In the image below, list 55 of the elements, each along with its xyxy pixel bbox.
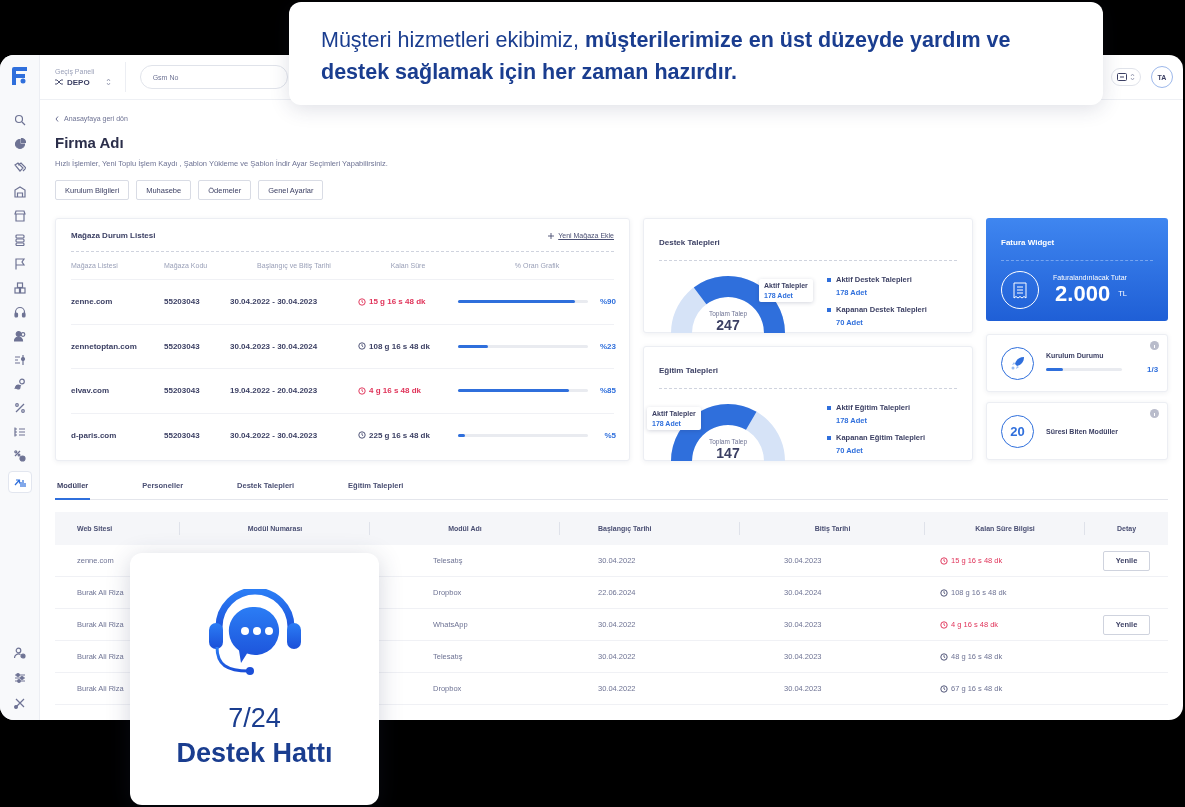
legend-marker	[827, 307, 831, 312]
date-range: 19.04.2022 - 20.04.2023	[230, 386, 319, 396]
clock-icon	[358, 342, 366, 351]
percent-value: %5	[603, 430, 616, 440]
store-name: elvav.com	[71, 386, 111, 396]
store-code: 55203043	[164, 341, 201, 351]
remaining-time: 108 g 16 s 48 dk	[369, 341, 430, 351]
callout-banner: Müşteri hizmetleri ekibimiz, müşterilerimize en üst düzeyde yardım ve destek sağlamak için her zaman hazırdır.	[289, 2, 1103, 105]
store-name: zenne.com	[71, 297, 114, 307]
legend-marker	[827, 435, 831, 440]
store-code: 55203043	[164, 386, 201, 396]
remaining-time: 15 g 16 s 48 dk	[369, 297, 426, 307]
percent-value: %23	[599, 341, 616, 351]
clock-icon	[940, 556, 948, 565]
chevron-icon	[1130, 73, 1135, 81]
card-title: Eğitim Talepleri	[659, 366, 718, 375]
support-hours: 7/24	[228, 703, 281, 734]
chart-icon[interactable]	[7, 471, 32, 493]
support-title: Destek Hattı	[176, 738, 333, 769]
total-value: 147	[716, 445, 740, 461]
remaining-time: 4 g 16 s 48 dk	[369, 386, 422, 396]
panel-value[interactable]: DEPO	[67, 77, 90, 87]
date-range: 30.04.2023 - 30.04.2024	[230, 341, 319, 351]
total-value: 247	[716, 317, 740, 333]
date-range: 30.04.2022 - 30.04.2023	[230, 430, 319, 440]
card-title: Fatura Widget	[1001, 238, 1055, 247]
store-code: 55203043	[164, 430, 201, 440]
store-code: 55203043	[164, 297, 201, 307]
legend-marker	[827, 405, 831, 410]
invoice-amount: 2.000	[1055, 280, 1111, 307]
logo-icon[interactable]	[11, 67, 28, 85]
store-name: zennetoptan.com	[71, 341, 138, 351]
card-title: Mağaza Durum Listesi	[71, 231, 156, 240]
shuffle-icon	[55, 79, 63, 85]
remaining-time: 225 g 16 s 48 dk	[369, 430, 430, 440]
page-title: Firma Adı	[55, 134, 125, 151]
clock-icon	[940, 620, 948, 629]
clock-icon	[940, 684, 948, 693]
percent-value: %90	[599, 297, 616, 307]
card-icon	[1117, 73, 1127, 81]
store-name: d-paris.com	[71, 430, 118, 440]
chevron-icon[interactable]	[105, 78, 111, 86]
legend-marker	[827, 277, 831, 282]
setup-step-count: 1/3	[1147, 365, 1159, 374]
plus-icon[interactable]	[548, 232, 555, 239]
date-range: 30.04.2022 - 30.04.2023	[230, 297, 319, 307]
clock-icon	[940, 588, 948, 597]
selector-button[interactable]	[1111, 68, 1141, 86]
clock-icon	[358, 386, 366, 395]
percent-value: %85	[599, 386, 616, 396]
clock-icon	[358, 431, 366, 440]
card-title: Destek Talepleri	[659, 238, 720, 247]
clock-icon	[940, 652, 948, 661]
clock-icon	[358, 297, 366, 306]
chevron-left-icon	[55, 115, 59, 122]
